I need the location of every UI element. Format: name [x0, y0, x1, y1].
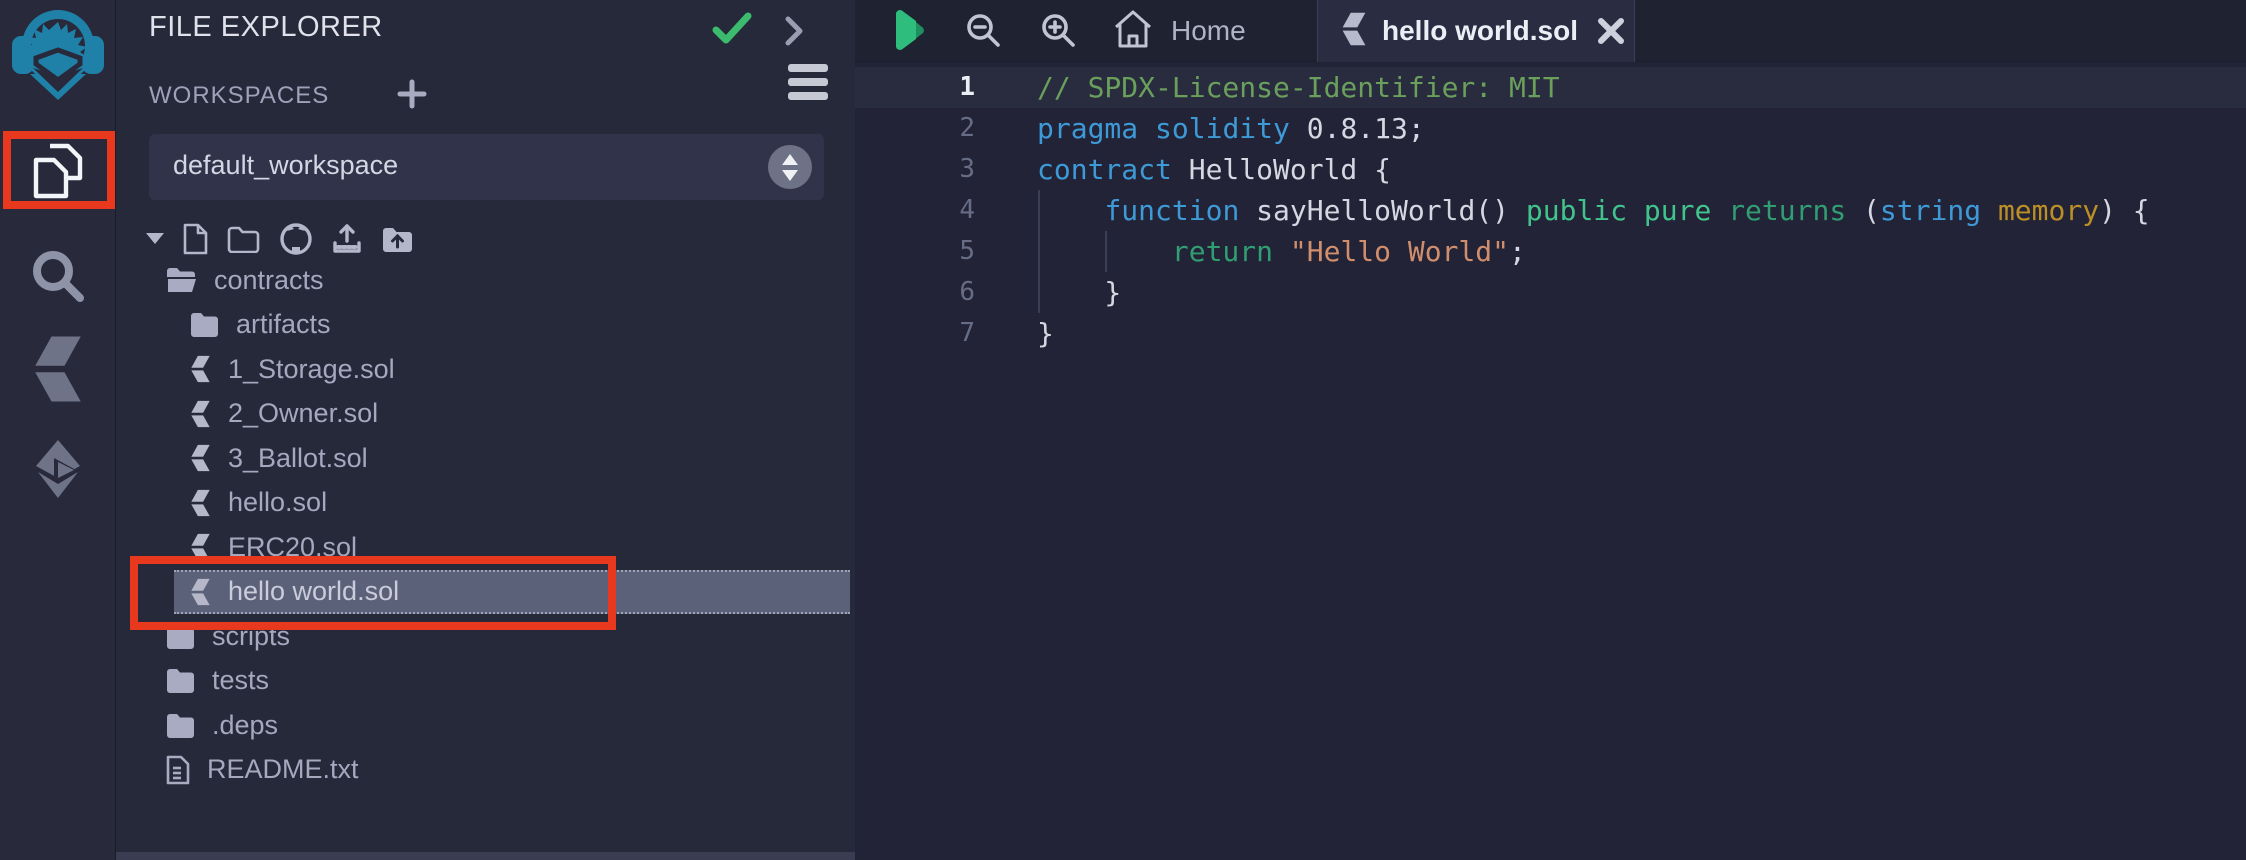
check-icon[interactable]	[712, 12, 752, 51]
remix-logo-icon	[6, 2, 110, 102]
new-folder-icon[interactable]	[227, 225, 260, 253]
tab-hello-world-sol[interactable]: hello world.sol	[1317, 0, 1635, 62]
line-number: 3	[855, 149, 1037, 190]
line-number: 4	[855, 190, 1037, 231]
tree-item-label: README.txt	[207, 754, 359, 785]
tab-home[interactable]: Home	[1112, 0, 1246, 62]
line-number: 5	[855, 231, 1037, 272]
solidity-file-icon	[1341, 12, 1367, 51]
file-explorer-panel: FILE EXPLORER WORKSPACES default_workspa…	[115, 0, 855, 860]
tree-item-label: 1_Storage.sol	[228, 354, 395, 385]
code-line-text: function sayHelloWorld() public pure ret…	[1037, 190, 2246, 231]
tree-item-label: 3_Ballot.sol	[228, 443, 368, 474]
tree-item-hello-sol[interactable]: hello.sol	[116, 481, 856, 526]
code-line-2: 2pragma solidity 0.8.13;	[855, 108, 2246, 149]
line-number: 1	[855, 67, 1037, 108]
caret-down-icon[interactable]	[146, 233, 164, 245]
workspace-menu-icon[interactable]	[788, 64, 828, 106]
annotation-box-file-explorer	[3, 131, 115, 209]
tree-item-label: .deps	[212, 710, 278, 741]
zoom-in-icon[interactable]	[1040, 12, 1078, 55]
workspaces-label: WORKSPACES	[149, 82, 329, 110]
file-text-icon	[166, 755, 190, 785]
folder-open-icon	[166, 267, 197, 293]
tab-home-label: Home	[1171, 15, 1246, 47]
code-line-1: 1// SPDX-License-Identifier: MIT	[855, 67, 2246, 108]
annotation-box-hello-world-file	[130, 556, 616, 630]
code-line-5: 5 return "Hello World";	[855, 231, 2246, 272]
tree-item-artifacts[interactable]: artifacts	[116, 303, 856, 348]
code-line-4: 4 function sayHelloWorld() public pure r…	[855, 190, 2246, 231]
tree-item-label: 2_Owner.sol	[228, 398, 378, 429]
solidity-icon	[190, 444, 211, 472]
workspace-select-arrows-icon	[768, 145, 812, 189]
code-line-text: contract HelloWorld {	[1037, 149, 2246, 190]
editor-tab-bar: Home hello world.sol	[855, 0, 2246, 62]
tree-item-label: contracts	[214, 265, 324, 296]
code-line-text: }	[1037, 272, 2246, 313]
home-icon	[1112, 9, 1154, 54]
run-script-icon[interactable]	[890, 9, 926, 56]
file-explorer-toolbar	[146, 220, 414, 258]
indent-guide	[1038, 190, 1040, 313]
code-editor[interactable]: 1// SPDX-License-Identifier: MIT2pragma …	[855, 63, 2246, 860]
tab-active-label: hello world.sol	[1382, 15, 1578, 47]
code-line-3: 3contract HelloWorld {	[855, 149, 2246, 190]
workspace-name: default_workspace	[173, 150, 398, 181]
solidity-icon	[190, 400, 211, 428]
code-line-6: 6 }	[855, 272, 2246, 313]
tree-item-2-owner-sol[interactable]: 2_Owner.sol	[116, 392, 856, 437]
panel-title: FILE EXPLORER	[149, 11, 383, 44]
folder-icon	[166, 668, 195, 693]
solidity-icon	[190, 489, 211, 517]
upload-folder-icon[interactable]	[381, 225, 414, 253]
line-number: 6	[855, 272, 1037, 313]
tree-item-1-storage-sol[interactable]: 1_Storage.sol	[116, 347, 856, 392]
tree-item-label: artifacts	[236, 309, 331, 340]
tree-item-label: tests	[212, 665, 269, 696]
search-icon[interactable]	[0, 248, 115, 304]
indent-guide	[1105, 231, 1107, 272]
folder-icon	[166, 713, 195, 738]
tree-item-label: hello.sol	[228, 487, 327, 518]
tree-item-readme-txt[interactable]: README.txt	[116, 748, 856, 793]
close-tab-icon[interactable]	[1596, 16, 1626, 46]
upload-file-icon[interactable]	[332, 223, 362, 255]
solidity-icon	[190, 355, 211, 383]
deploy-run-icon[interactable]	[0, 438, 115, 500]
folder-icon	[190, 312, 219, 337]
line-number: 2	[855, 108, 1037, 149]
code-line-7: 7}	[855, 313, 2246, 354]
remix-ide-window: FILE EXPLORER WORKSPACES default_workspa…	[0, 0, 2246, 860]
editor-area: Home hello world.sol	[855, 0, 2246, 860]
tree-item-tests[interactable]: tests	[116, 659, 856, 704]
file-tree: contracts artifacts 1_Storage.sol 2_Owner.s…	[116, 258, 856, 792]
chevron-right-icon[interactable]	[784, 15, 806, 52]
github-icon[interactable]	[279, 222, 313, 256]
panel-scrollbar-track[interactable]	[116, 852, 856, 860]
tree-item--deps[interactable]: .deps	[116, 703, 856, 748]
add-workspace-icon[interactable]	[396, 78, 428, 115]
workspace-select[interactable]: default_workspace	[149, 134, 824, 200]
code-line-text: }	[1037, 313, 2246, 354]
zoom-out-icon[interactable]	[965, 12, 1003, 55]
solidity-compiler-icon[interactable]	[0, 336, 115, 402]
code-line-text: // SPDX-License-Identifier: MIT	[1037, 67, 2246, 108]
code-line-text: return "Hello World";	[1037, 231, 2246, 272]
line-number: 7	[855, 313, 1037, 354]
activity-bar	[0, 0, 115, 860]
tree-item-contracts[interactable]: contracts	[116, 258, 856, 303]
new-file-icon[interactable]	[183, 223, 208, 255]
code-line-text: pragma solidity 0.8.13;	[1037, 108, 2246, 149]
tree-item-3-ballot-sol[interactable]: 3_Ballot.sol	[116, 436, 856, 481]
